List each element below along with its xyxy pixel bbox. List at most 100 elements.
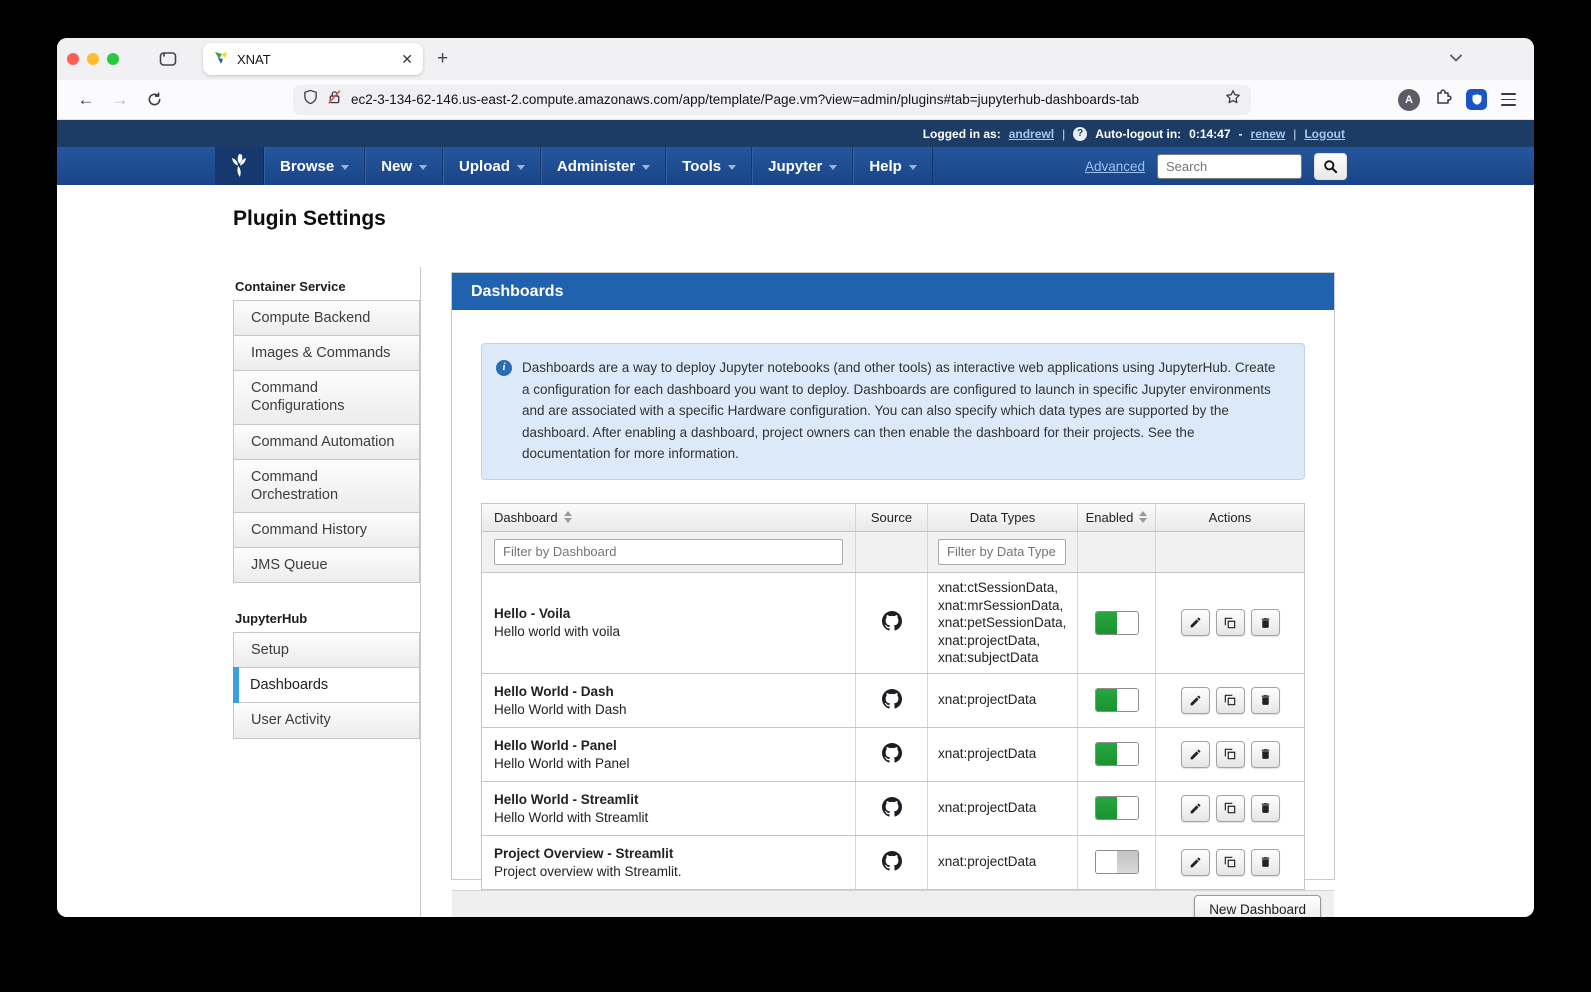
zoom-window-button[interactable]: [107, 53, 119, 65]
github-source-icon[interactable]: [882, 611, 902, 634]
username-link[interactable]: andrewl: [1009, 127, 1054, 141]
github-source-icon[interactable]: [882, 851, 902, 874]
extensions-puzzle-icon[interactable]: [1434, 88, 1452, 111]
search-icon: [1323, 159, 1338, 174]
search-button[interactable]: [1314, 153, 1347, 180]
delete-button[interactable]: [1251, 849, 1280, 876]
copy-button[interactable]: [1216, 687, 1245, 714]
github-source-icon[interactable]: [882, 797, 902, 820]
browser-toolbar: ← → ec2-3-134-62-146.us-east-2.compute.a…: [57, 80, 1534, 120]
firefox-view-icon[interactable]: [159, 51, 177, 67]
delete-button[interactable]: [1251, 687, 1280, 714]
copy-button[interactable]: [1216, 795, 1245, 822]
chevron-down-icon: [642, 165, 650, 170]
nav-item-tools[interactable]: Tools: [666, 147, 752, 185]
sidebar-item-setup[interactable]: Setup: [233, 632, 420, 668]
back-icon[interactable]: ←: [71, 85, 101, 115]
sidebar-item-command-configurations[interactable]: Command Configurations: [233, 370, 420, 424]
delete-button[interactable]: [1251, 741, 1280, 768]
column-header-source: Source: [855, 504, 927, 531]
dashboard-name: Hello - Voila: [494, 606, 570, 621]
column-label: Data Types: [970, 510, 1036, 525]
settings-sidebar: Container Service Compute Backend Images…: [233, 267, 421, 917]
help-question-icon[interactable]: ?: [1073, 127, 1087, 141]
browser-tab[interactable]: XNAT ✕: [203, 43, 423, 75]
edit-button[interactable]: [1181, 795, 1210, 822]
enabled-toggle[interactable]: [1095, 850, 1139, 874]
close-window-button[interactable]: [67, 53, 79, 65]
nav-item-upload[interactable]: Upload: [443, 147, 541, 185]
account-icon[interactable]: A: [1398, 89, 1420, 111]
renew-link[interactable]: renew: [1251, 127, 1286, 141]
pencil-icon: [1189, 856, 1202, 869]
new-dashboard-button[interactable]: New Dashboard: [1194, 895, 1321, 917]
column-header-dashboard[interactable]: Dashboard: [482, 504, 855, 531]
enabled-toggle[interactable]: [1095, 611, 1139, 635]
sidebar-item-command-history[interactable]: Command History: [233, 512, 420, 548]
dashboard-description: Hello World with Dash: [494, 702, 627, 717]
table-row: Hello World - Panel Hello World with Pan…: [481, 728, 1305, 782]
nav-item-help[interactable]: Help: [853, 147, 933, 185]
menu-hamburger-icon[interactable]: [1501, 93, 1516, 105]
column-label: Enabled: [1086, 510, 1134, 525]
chevron-down-icon: [829, 165, 837, 170]
enabled-toggle[interactable]: [1095, 742, 1139, 766]
copy-button[interactable]: [1216, 741, 1245, 768]
panel-footer: New Dashboard: [452, 890, 1334, 917]
sidebar-heading-jupyterhub: JupyterHub: [235, 611, 420, 626]
page-content: Plugin Settings Container Service Comput…: [57, 185, 1534, 917]
github-source-icon[interactable]: [882, 743, 902, 766]
list-tabs-chevron-icon[interactable]: [1448, 50, 1464, 68]
delete-button[interactable]: [1251, 795, 1280, 822]
url-text[interactable]: ec2-3-134-62-146.us-east-2.compute.amazo…: [351, 92, 1216, 107]
sidebar-item-dashboards[interactable]: Dashboards: [233, 667, 420, 703]
sidebar-item-command-orchestration[interactable]: Command Orchestration: [233, 459, 420, 513]
edit-button[interactable]: [1181, 609, 1210, 636]
info-box: i Dashboards are a way to deploy Jupyter…: [481, 343, 1305, 480]
new-tab-button[interactable]: +: [437, 48, 448, 70]
minimize-window-button[interactable]: [87, 53, 99, 65]
copy-button[interactable]: [1216, 849, 1245, 876]
sidebar-item-compute-backend[interactable]: Compute Backend: [233, 300, 420, 336]
filter-dashboard-input[interactable]: [494, 539, 843, 565]
nav-item-administer[interactable]: Administer: [541, 147, 666, 185]
bookmark-star-icon[interactable]: [1225, 89, 1241, 110]
enabled-toggle[interactable]: [1095, 796, 1139, 820]
dashboard-description: Hello World with Streamlit: [494, 810, 648, 825]
nav-item-jupyter[interactable]: Jupyter: [752, 147, 853, 185]
pencil-icon: [1189, 694, 1202, 707]
close-tab-icon[interactable]: ✕: [401, 52, 413, 66]
insecure-lock-icon[interactable]: [327, 89, 342, 110]
search-input[interactable]: [1157, 154, 1302, 179]
logged-in-label: Logged in as:: [923, 127, 1001, 141]
password-manager-shield-icon[interactable]: [1466, 89, 1487, 110]
sidebar-item-images-commands[interactable]: Images & Commands: [233, 335, 420, 371]
edit-button[interactable]: [1181, 687, 1210, 714]
sidebar-item-user-activity[interactable]: User Activity: [233, 702, 420, 738]
pencil-icon: [1189, 748, 1202, 761]
copy-button[interactable]: [1216, 609, 1245, 636]
github-source-icon[interactable]: [882, 689, 902, 712]
nav-item-browse[interactable]: Browse: [264, 147, 365, 185]
dashboards-table: Dashboard Source Data Types Enabled Acti…: [481, 503, 1305, 890]
filter-datatype-input[interactable]: [938, 539, 1066, 565]
advanced-search-link[interactable]: Advanced: [1085, 159, 1145, 174]
sort-icon: [564, 511, 572, 523]
copy-icon: [1223, 616, 1237, 630]
edit-button[interactable]: [1181, 741, 1210, 768]
enabled-toggle[interactable]: [1095, 688, 1139, 712]
delete-button[interactable]: [1251, 609, 1280, 636]
logout-link[interactable]: Logout: [1304, 127, 1345, 141]
nav-item-new[interactable]: New: [365, 147, 443, 185]
column-header-enabled[interactable]: Enabled: [1077, 504, 1155, 531]
sidebar-item-command-automation[interactable]: Command Automation: [233, 424, 420, 460]
chevron-down-icon: [517, 165, 525, 170]
xnat-logo-icon[interactable]: [215, 147, 264, 185]
sidebar-item-jms-queue[interactable]: JMS Queue: [233, 547, 420, 583]
tracking-shield-icon[interactable]: [303, 89, 318, 110]
reload-icon[interactable]: [139, 85, 169, 115]
url-bar[interactable]: ec2-3-134-62-146.us-east-2.compute.amazo…: [293, 85, 1251, 115]
copy-icon: [1223, 855, 1237, 869]
edit-button[interactable]: [1181, 849, 1210, 876]
toolbar-actions: A: [1398, 88, 1520, 111]
